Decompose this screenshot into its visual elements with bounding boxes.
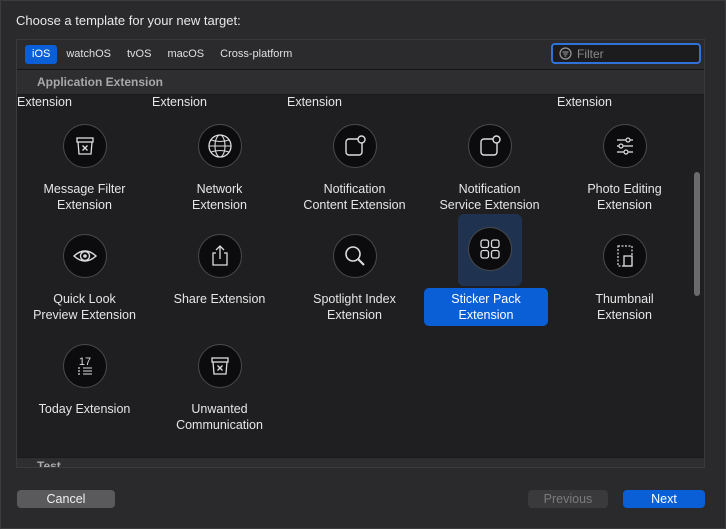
template-subtitle: Extension [597,308,652,322]
template-title: Quick Look [53,292,116,306]
template-browser: iOS watchOS tvOS macOS Cross-platform Ap… [16,39,705,468]
filter-input[interactable] [575,45,699,62]
template-title: Today Extension [38,402,131,416]
cancel-button[interactable]: Cancel [17,490,115,508]
unwanted-communication-icon [198,344,242,388]
tab-tvos[interactable]: tvOS [120,45,158,64]
template-subtitle: Communication [176,418,263,432]
tab-ios[interactable]: iOS [25,45,58,64]
template-subtitle: Extension [597,198,652,212]
previous-button: Previous [528,490,608,508]
message-filter-icon [63,124,107,168]
template-title: Sticker Pack [451,292,521,306]
vertical-scrollbar[interactable] [694,172,700,296]
tab-watchos[interactable]: watchOS [59,45,118,64]
template-subtitle: Service Extension [439,198,540,212]
template-label-partial[interactable]: Extension [152,94,287,110]
quick-look-icon [63,234,107,278]
template-subtitle: Extension [327,308,382,322]
thumbnail-icon [603,234,647,278]
template-title: Share Extension [173,292,266,306]
network-icon [198,124,242,168]
template-subtitle: Extension [57,198,112,212]
template-title: Thumbnail [595,292,654,306]
template-grid: Extension Extension Extension Extension … [17,94,687,459]
section-title: Test [37,459,61,468]
template-title: Spotlight Index [313,292,396,306]
template-subtitle: Extension [192,198,247,212]
filter-field[interactable] [551,43,701,64]
share-icon [198,234,242,278]
template-title: Network [196,182,243,196]
template-title: Photo Editing [587,182,662,196]
notification-service-icon [468,124,512,168]
notification-content-icon [333,124,377,168]
section-header-test: Test [17,457,704,468]
spotlight-icon [333,234,377,278]
template-title: Message Filter [43,182,126,196]
dialog-prompt: Choose a template for your new target: [16,13,241,28]
platform-tabs: iOS watchOS tvOS macOS Cross-platform [25,45,299,64]
template-subtitle: Preview Extension [33,308,136,322]
today-icon: 17 [63,344,107,388]
template-title: Notification [458,182,521,196]
tab-cross-platform[interactable]: Cross-platform [213,45,299,64]
sticker-pack-icon [468,227,512,271]
today-icon-date: 17 [79,356,91,368]
template-label-selected: Sticker Pack Extension [424,288,548,326]
section-title: Application Extension [37,75,164,89]
template-subtitle: Content Extension [303,198,406,212]
platform-bar: iOS watchOS tvOS macOS Cross-platform [17,40,704,70]
template-title: Notification [323,182,386,196]
template-label-partial[interactable]: Extension [17,94,152,110]
section-header-application-extension: Application Extension [17,70,704,95]
template-label-partial[interactable]: Extension [557,94,692,110]
photo-editing-icon [603,124,647,168]
template-label-partial[interactable]: Extension [287,94,422,110]
template-subtitle: Extension [458,308,514,322]
next-button[interactable]: Next [623,490,705,508]
template-dialog: Choose a template for your new target: i… [0,0,726,529]
filter-icon [559,47,572,60]
tab-macos[interactable]: macOS [160,45,211,64]
template-title: Unwanted [191,402,248,416]
